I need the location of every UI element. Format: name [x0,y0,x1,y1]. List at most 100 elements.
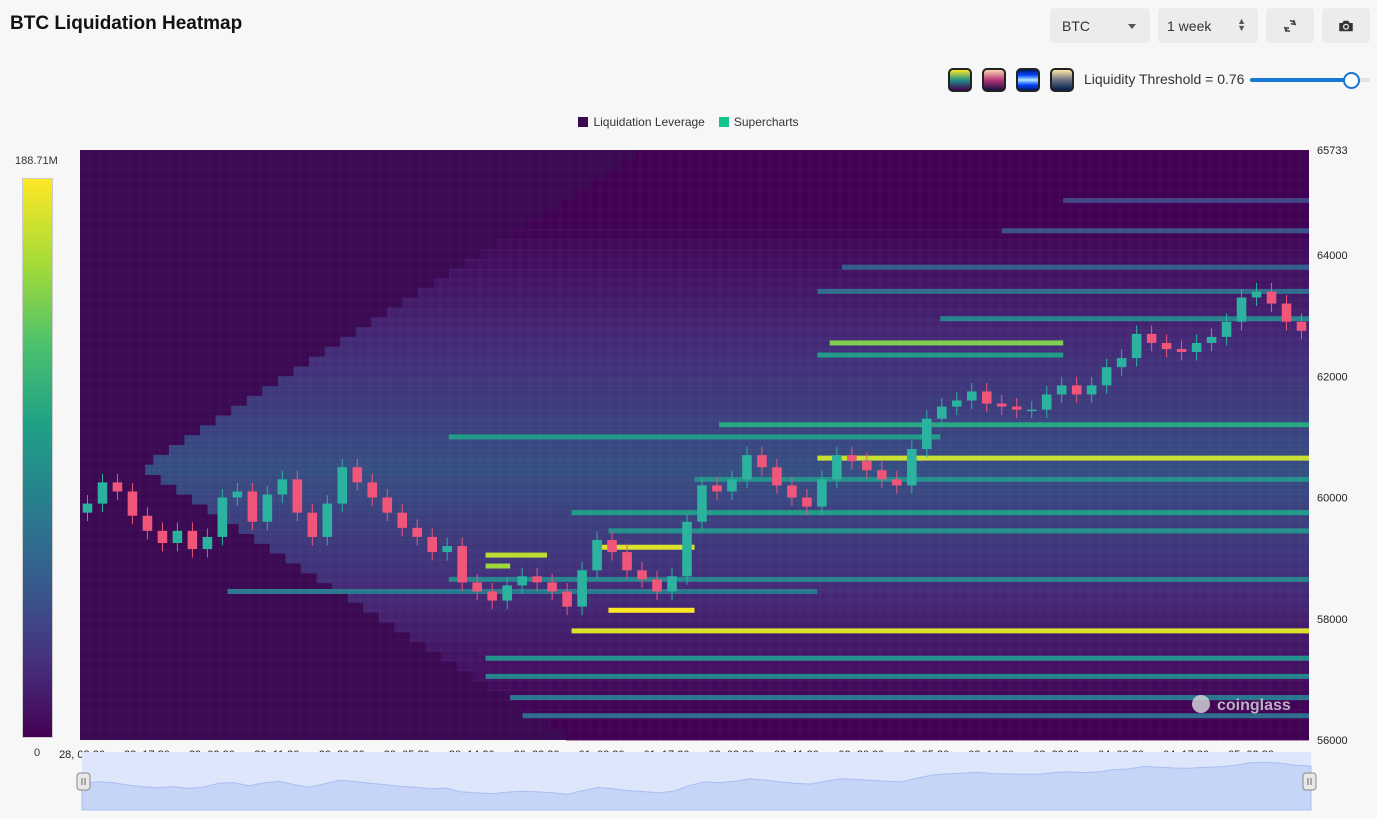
heat-band [223,513,1309,525]
candle-body [322,503,333,537]
candle-body [877,470,887,480]
candle-body [847,455,857,462]
candle-body [712,485,722,492]
candle-body [622,552,632,571]
viridis-palette-swatch[interactable] [948,68,972,92]
cividis-palette-swatch[interactable] [1050,68,1074,92]
candle-body [532,576,542,583]
range-select-value: 1 week [1167,17,1212,34]
heat-band [542,209,1309,220]
candle-body [232,491,243,498]
candle-body [1161,342,1172,350]
candle-body [1266,291,1277,304]
heat-band [604,169,1309,180]
heat-band [433,277,1309,289]
candle-body [1221,321,1232,337]
heat-band [378,612,1310,623]
y-tick-label: 60000 [1317,493,1348,505]
slider-thumb[interactable] [1343,72,1360,89]
symbol-select[interactable]: BTC [1050,8,1150,43]
candle-body [487,591,497,601]
legend-item-supercharts[interactable]: Supercharts [718,115,799,129]
liquidity-threshold-slider[interactable] [1250,72,1370,89]
candle-body [517,576,527,586]
heatmap-chart[interactable]: 657336400062000600005800056000 28, 08:30… [0,140,1377,819]
legend-swatch [578,117,589,127]
up-down-arrows-icon: ▲ ▼ [1237,16,1246,33]
candle-body [1071,385,1082,395]
legend-label: Supercharts [733,115,799,129]
navigator-handle-right[interactable] [1302,772,1317,791]
candle-body [1146,333,1157,343]
candle-body [397,512,408,528]
liquidity-level [1001,228,1309,234]
y-tick-label: 58000 [1317,614,1348,626]
y-tick-label: 56000 [1317,735,1348,747]
slider-fill [1250,78,1351,82]
candle-body [382,497,393,513]
candle-body [457,546,467,583]
heat-band [519,700,1309,711]
heat-band [386,307,1309,318]
candle-body [757,455,767,468]
refresh-button[interactable] [1266,8,1314,43]
refresh-icon [1283,19,1297,32]
candle-body [427,536,438,553]
watermark-text: coinglass [1217,697,1291,714]
blue-palette-swatch[interactable] [1016,68,1040,92]
candle-body [697,485,707,522]
heat-band [324,346,1309,357]
candle-body [996,403,1007,407]
legend-label: Liquidation Leverage [593,115,705,129]
candle-body [772,467,782,486]
candle-body [1206,336,1217,343]
navigator-handle-left[interactable] [76,772,91,791]
candle-body [112,482,123,492]
heat-band [589,179,1309,190]
candle-body [922,418,932,450]
candle-body [352,467,363,483]
heat-band [293,366,1310,377]
candle-body [292,479,303,513]
candle-body [1041,394,1052,410]
candle-body [652,579,662,592]
page-title: BTC Liquidation Heatmap [10,13,243,34]
candle-body [172,530,183,543]
liquidity-level [485,563,511,569]
candle-body [907,449,917,486]
chart-legend: Liquidation Leverage Supercharts [0,115,1377,129]
range-select[interactable]: 1 week ▲ ▼ [1158,8,1258,43]
heat-band [355,327,1309,338]
candle-body [82,503,93,513]
y-tick-label: 64000 [1317,250,1348,262]
candle-body [607,539,617,553]
candle-body [742,455,752,480]
candle-body [1116,358,1127,368]
navigator[interactable] [76,752,1317,811]
candle-body [817,479,827,507]
magma-palette-swatch[interactable] [982,68,1006,92]
candle-body [1281,303,1292,322]
symbol-select-value: BTC [1062,17,1090,34]
candle-body [667,576,677,592]
liquidity-level [719,422,1309,428]
camera-icon [1339,20,1353,31]
legend-item-liquidation-leverage[interactable]: Liquidation Leverage [578,115,705,129]
candle-body [592,539,602,571]
candle-body [1251,291,1262,298]
candle-body [247,491,258,522]
liquidity-level [448,434,941,440]
candle-body [981,391,992,404]
heat-band [262,386,1309,397]
y-tick-label: 65733 [1317,145,1348,157]
heat-band [620,159,1309,171]
candle-body [502,585,512,601]
heat-band [277,376,1309,387]
screenshot-button[interactable] [1322,8,1370,43]
legend-swatch [718,117,729,127]
heat-band [269,543,1310,554]
candle-body [862,461,872,471]
y-axis: 65733 64000 62000 60000 58000 56000 [1317,145,1348,747]
heat-band [636,150,1309,161]
y-tick-label: 62000 [1317,371,1348,383]
